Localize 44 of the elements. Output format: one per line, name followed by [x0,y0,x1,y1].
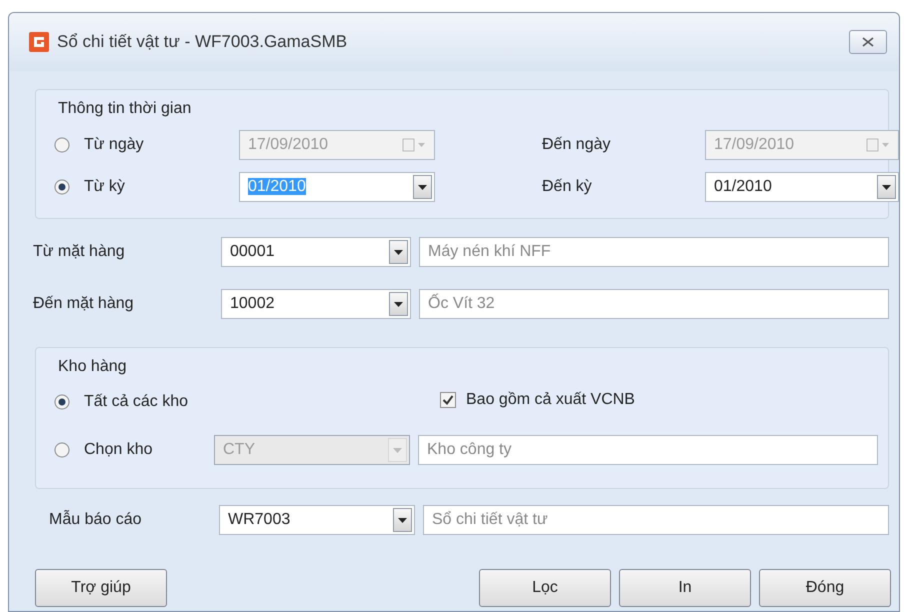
combo-box[interactable]: 01/2010 [705,172,899,202]
field-label: Đến kỳ [542,177,593,197]
radio-button[interactable] [54,394,70,410]
field-label: Kho hàng [58,357,127,377]
dropdown-button[interactable] [413,175,432,199]
caret-icon [394,250,403,254]
calendar-icon [866,138,890,152]
dropdown-button[interactable] [389,292,408,316]
description-field: Ốc Vít 32 [419,289,889,319]
field-label: Bao gồm cả xuất VCNB [466,390,635,410]
caret-icon [398,518,407,522]
field-label: Mẫu báo cáo [49,509,143,530]
close-button[interactable] [849,30,887,54]
field-label: Tất cả các kho [84,392,190,412]
caret-icon [393,448,402,452]
dialog-button[interactable]: Lọc [479,569,611,607]
caret-icon [882,184,891,190]
caret-icon [394,302,403,306]
field-label: Thông tin thời gian [58,99,192,119]
dialog-button[interactable]: Đóng [759,569,891,607]
field-label: Đến mặt hàng [33,294,135,314]
app-logo-icon [29,32,49,52]
checkbox[interactable] [440,392,456,408]
window-title: Sổ chi tiết vật tư - WF7003.GamaSMB [57,31,348,54]
description-field: Sổ chi tiết vật tư [423,505,889,535]
field-label: Từ kỳ [84,177,126,197]
caret-icon [418,184,427,190]
calendar-icon [402,138,426,152]
help-button[interactable]: Trợ giúp [35,569,167,607]
dropdown-button[interactable] [389,240,408,264]
description-field: Kho công ty [418,435,878,465]
close-icon [862,37,874,47]
dialog-button[interactable]: In [619,569,751,607]
dropdown-button[interactable] [393,508,412,532]
description-field: Máy nén khí NFF [419,237,889,267]
field-label: Chọn kho [84,440,154,460]
combo-box[interactable]: 00001 [221,237,411,267]
dropdown-button[interactable] [877,175,896,199]
combo-box[interactable]: 10002 [221,289,411,319]
combo-box[interactable]: WR7003 [219,505,415,535]
field-label: Từ ngày [84,135,145,155]
field-label: Đến ngày [542,135,612,155]
field-label: Từ mặt hàng [33,242,126,262]
radio-button[interactable] [54,179,70,195]
